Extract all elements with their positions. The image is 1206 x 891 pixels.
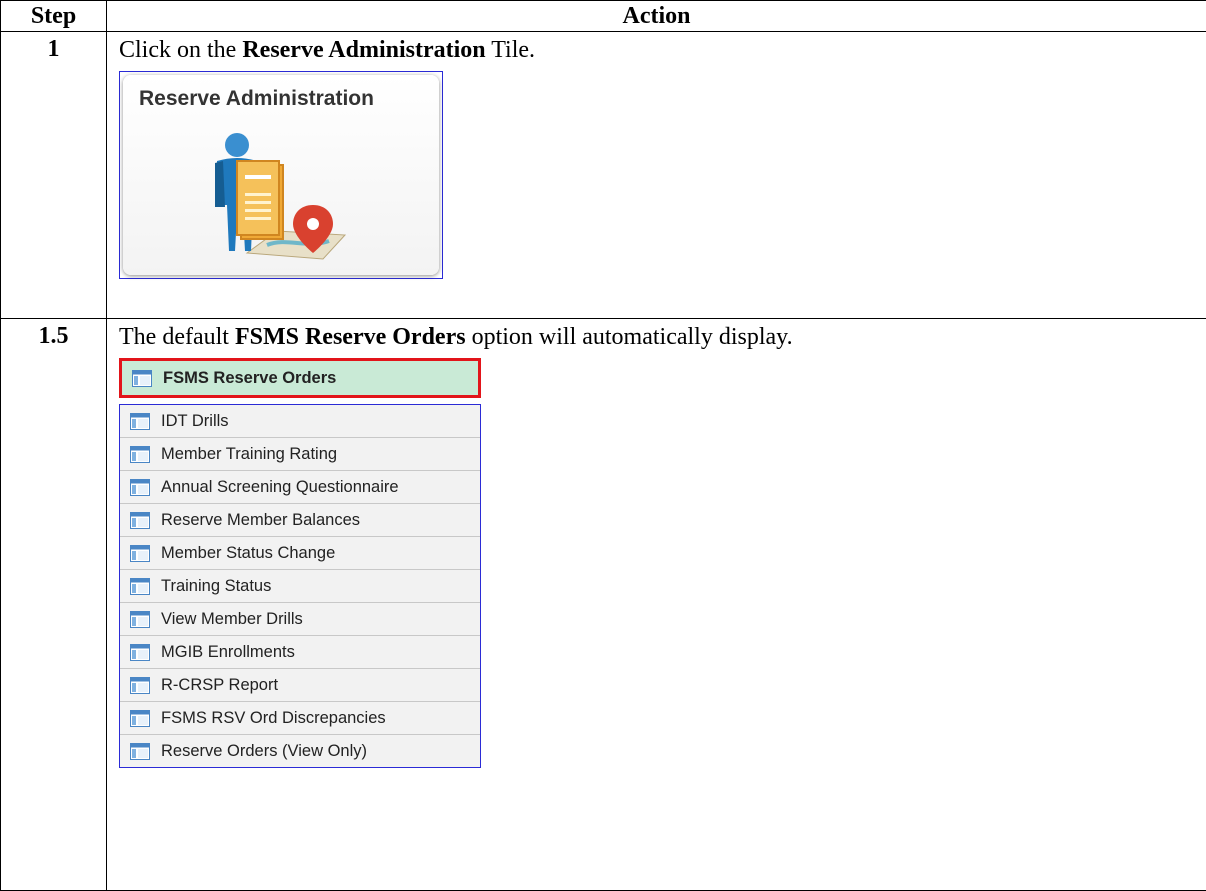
step-number-cell: 1 bbox=[1, 32, 107, 319]
action-cell: Click on the Reserve Administration Tile… bbox=[107, 32, 1206, 319]
instruction-text: Click on the Reserve Administration Tile… bbox=[119, 35, 1206, 65]
instruction-bold: FSMS Reserve Orders bbox=[235, 324, 466, 350]
page-list-icon bbox=[130, 743, 150, 760]
reserve-admin-menu: FSMS Reserve Orders IDT Drills Member Tr… bbox=[119, 358, 481, 768]
menu-item[interactable]: Reserve Orders (View Only) bbox=[120, 735, 480, 767]
menu-item-label: FSMS RSV Ord Discrepancies bbox=[161, 709, 386, 728]
menu-item-label: Training Status bbox=[161, 577, 271, 596]
menu-item-label: MGIB Enrollments bbox=[161, 643, 295, 662]
page-list-icon bbox=[132, 370, 152, 387]
menu-item[interactable]: IDT Drills bbox=[120, 405, 480, 438]
page-list-icon bbox=[130, 413, 150, 430]
tile-screenshot-frame: Reserve Administration bbox=[119, 71, 443, 279]
step-row-2: 1.5 The default FSMS Reserve Orders opti… bbox=[1, 319, 1206, 891]
page-list-icon bbox=[130, 578, 150, 595]
menu-item[interactable]: MGIB Enrollments bbox=[120, 636, 480, 669]
page-list-icon bbox=[130, 677, 150, 694]
action-cell: The default FSMS Reserve Orders option w… bbox=[107, 319, 1206, 891]
page-list-icon bbox=[130, 545, 150, 562]
menu-item[interactable]: Reserve Member Balances bbox=[120, 504, 480, 537]
step-row-1: 1 Click on the Reserve Administration Ti… bbox=[1, 32, 1206, 319]
page-list-icon bbox=[130, 611, 150, 628]
step-header: Step bbox=[1, 1, 107, 32]
menu-item[interactable]: View Member Drills bbox=[120, 603, 480, 636]
menu-item-label: Reserve Member Balances bbox=[161, 511, 360, 530]
instruction-plain-end: Tile. bbox=[486, 37, 535, 63]
step-number: 1 bbox=[1, 32, 106, 64]
step-number: 1.5 bbox=[1, 319, 106, 351]
steps-table: Step Action 1 Click on the Reserve Admin… bbox=[0, 0, 1206, 891]
menu-item[interactable]: R-CRSP Report bbox=[120, 669, 480, 702]
menu-list: IDT Drills Member Training Rating Annual… bbox=[119, 404, 481, 768]
page-list-icon bbox=[130, 710, 150, 727]
page-list-icon bbox=[130, 446, 150, 463]
header-row: Step Action bbox=[1, 1, 1206, 32]
instruction-bold: Reserve Administration bbox=[242, 37, 485, 63]
page-list-icon bbox=[130, 479, 150, 496]
menu-item-label: R-CRSP Report bbox=[161, 676, 278, 695]
instruction-plain: Click on the bbox=[119, 37, 242, 63]
instruction-text: The default FSMS Reserve Orders option w… bbox=[119, 322, 1206, 352]
page-list-icon bbox=[130, 512, 150, 529]
tile-title: Reserve Administration bbox=[139, 87, 374, 111]
menu-item[interactable]: Annual Screening Questionnaire bbox=[120, 471, 480, 504]
menu-item-fsms-reserve-orders[interactable]: FSMS Reserve Orders bbox=[119, 358, 481, 398]
menu-item-label: IDT Drills bbox=[161, 412, 229, 431]
menu-item-label: Member Status Change bbox=[161, 544, 335, 563]
menu-item-label: Annual Screening Questionnaire bbox=[161, 478, 399, 497]
menu-item[interactable]: Member Training Rating bbox=[120, 438, 480, 471]
reserve-administration-tile[interactable]: Reserve Administration bbox=[123, 75, 439, 275]
menu-item-label: FSMS Reserve Orders bbox=[163, 369, 336, 388]
menu-item[interactable]: FSMS RSV Ord Discrepancies bbox=[120, 702, 480, 735]
menu-item-label: View Member Drills bbox=[161, 610, 303, 629]
action-header: Action bbox=[107, 1, 1206, 32]
reserve-admin-icon bbox=[207, 131, 347, 263]
menu-item[interactable]: Training Status bbox=[120, 570, 480, 603]
instruction-plain: The default bbox=[119, 324, 235, 350]
instruction-plain-end: option will automatically display. bbox=[466, 324, 793, 350]
menu-item-label: Reserve Orders (View Only) bbox=[161, 742, 367, 761]
page-list-icon bbox=[130, 644, 150, 661]
menu-item[interactable]: Member Status Change bbox=[120, 537, 480, 570]
menu-item-label: Member Training Rating bbox=[161, 445, 337, 464]
step-number-cell: 1.5 bbox=[1, 319, 107, 891]
